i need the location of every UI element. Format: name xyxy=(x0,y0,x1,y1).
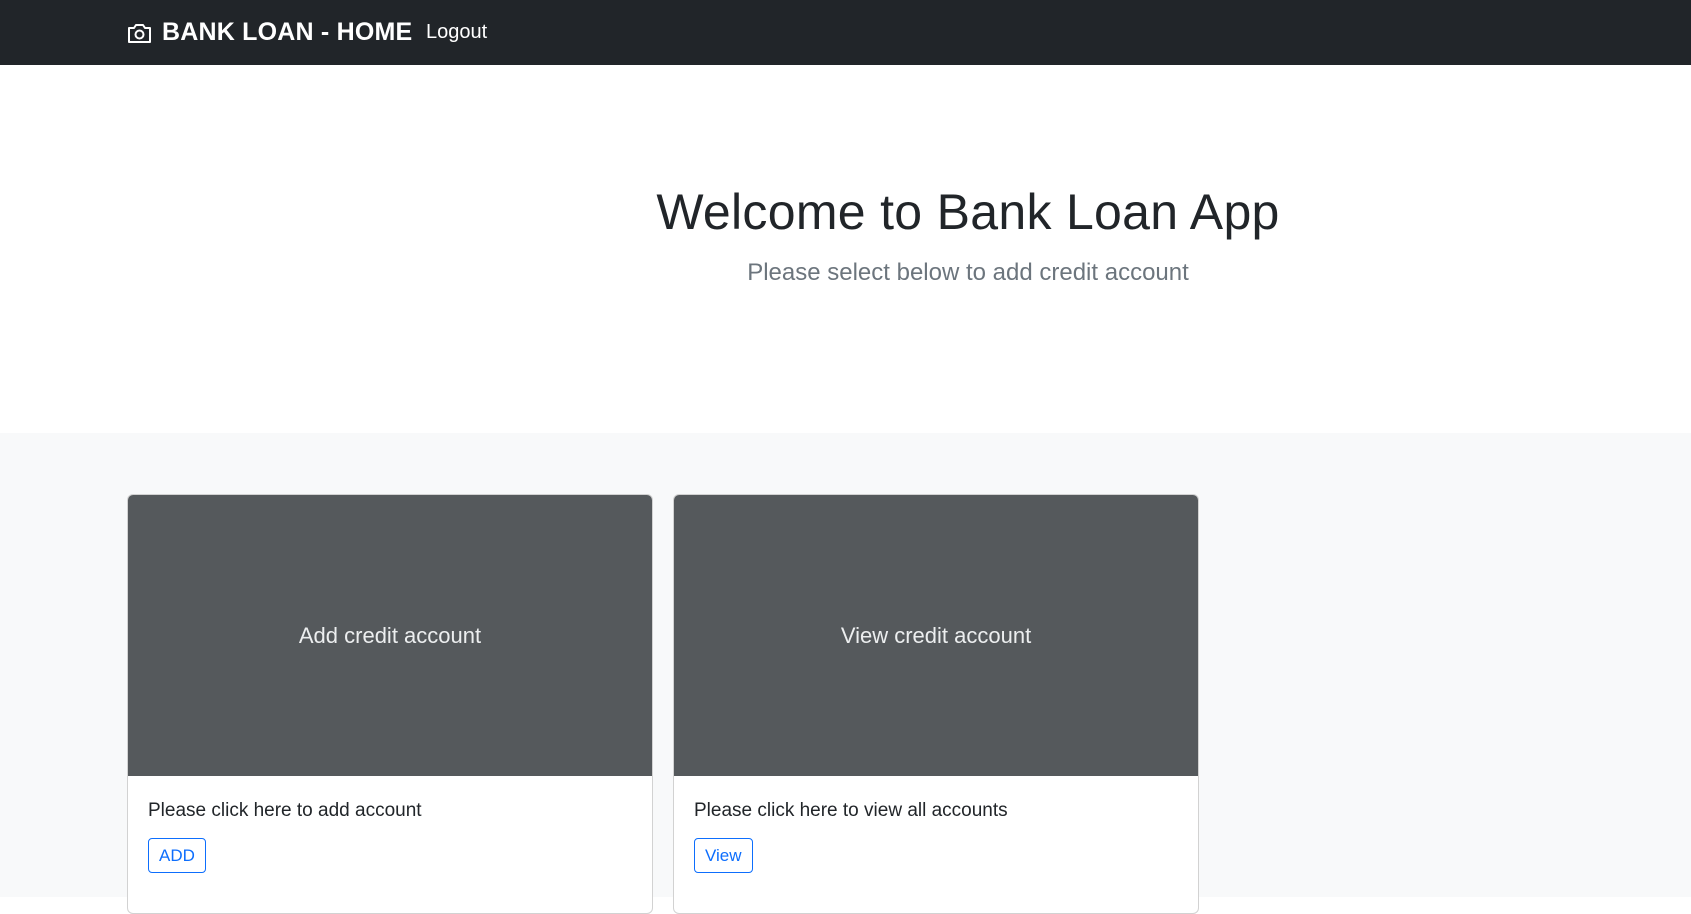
camera-icon xyxy=(127,22,152,44)
hero-section: Welcome to Bank Loan App Please select b… xyxy=(0,65,1691,433)
logout-link[interactable]: Logout xyxy=(426,0,487,65)
card-image-label: Add credit account xyxy=(298,622,482,648)
card-image-placeholder: View credit account xyxy=(674,495,1198,776)
page-title: Welcome to Bank Loan App xyxy=(656,184,1280,240)
add-button[interactable]: ADD xyxy=(148,838,206,873)
view-button[interactable]: View xyxy=(694,838,753,873)
card-text: Please click here to view all accounts xyxy=(694,800,1008,821)
cards-section: Add credit account Please click here to … xyxy=(0,433,1691,914)
add-credit-card: Add credit account Please click here to … xyxy=(127,494,653,914)
card-text: Please click here to add account xyxy=(148,800,422,821)
card-body: Please click here to view all accounts V… xyxy=(674,776,1198,893)
top-navbar: BANK LOAN - HOME Logout xyxy=(0,0,1691,65)
brand-label: BANK LOAN - HOME xyxy=(162,18,413,46)
card-body: Please click here to add account ADD xyxy=(128,776,652,893)
card-image-label: View credit account xyxy=(840,622,1032,648)
card-image-placeholder: Add credit account xyxy=(128,495,652,776)
page-subtitle: Please select below to add credit accoun… xyxy=(747,259,1189,286)
brand-link[interactable]: BANK LOAN - HOME xyxy=(127,0,412,65)
view-credit-card: View credit account Please click here to… xyxy=(673,494,1199,914)
